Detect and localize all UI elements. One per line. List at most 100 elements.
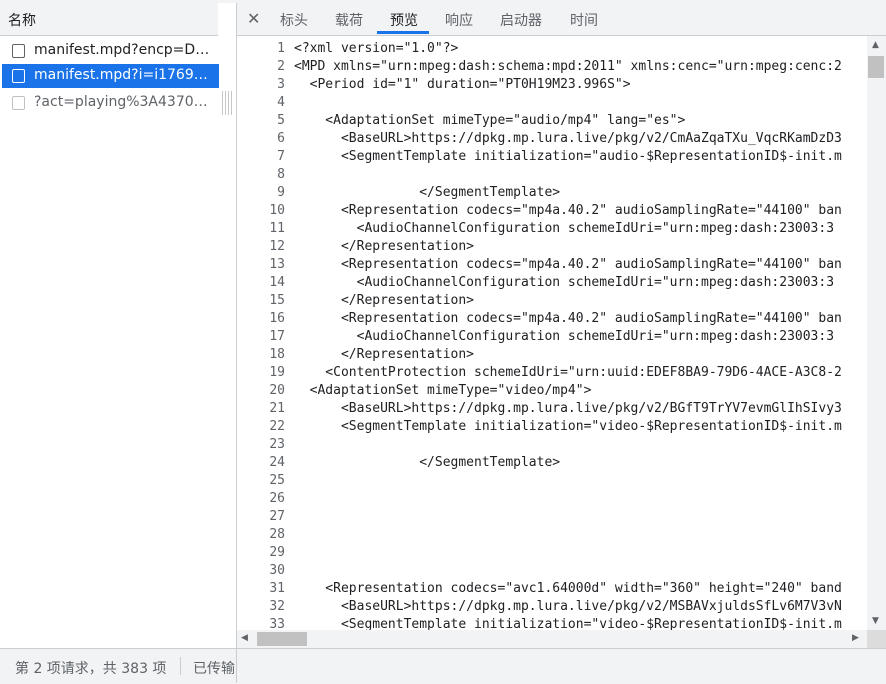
- tab-preview[interactable]: 预览: [390, 10, 418, 30]
- line-number: 5: [277, 113, 285, 128]
- chevron-down-icon[interactable]: ▼: [872, 616, 879, 626]
- code-text: <?xml version="1.0"?>: [294, 41, 459, 56]
- code-line: 7 <SegmentTemplate initialization="audio…: [237, 148, 867, 166]
- editor-vertical-scrollbar[interactable]: ▲ ▼: [867, 36, 886, 630]
- code-text: <AudioChannelConfiguration schemeIdUri="…: [294, 221, 835, 236]
- line-number: 29: [269, 545, 285, 560]
- code-line: 33 <SegmentTemplate initialization="vide…: [237, 616, 867, 630]
- request-row[interactable]: ?act=playing%3A4370%2...: [2, 91, 219, 115]
- code-line: 2 <MPD xmlns="urn:mpeg:dash:schema:mpd:20…: [237, 58, 867, 76]
- code-text: <Representation codecs="mp4a.40.2" audio…: [294, 257, 842, 272]
- line-number: 16: [269, 311, 285, 326]
- line-number: 33: [269, 617, 285, 630]
- line-number: 9: [277, 185, 285, 200]
- code-line: 15 </Representation>: [237, 292, 867, 310]
- status-bar: 第 2 项请求，共 383 项 已传输: [0, 648, 236, 684]
- line-number: 20: [269, 383, 285, 398]
- code-line: 25: [237, 472, 867, 490]
- scrollbar-corner: [867, 630, 886, 648]
- tab-initiator[interactable]: 启动器: [500, 10, 542, 30]
- tab-response[interactable]: 响应: [445, 10, 473, 30]
- line-number: 10: [269, 203, 285, 218]
- code-text: <SegmentTemplate initialization="audio-$…: [294, 149, 842, 164]
- request-row-selected[interactable]: manifest.mpd?i=i176947...: [2, 64, 219, 88]
- code-line: 4: [237, 94, 867, 112]
- line-number: 3: [277, 77, 285, 92]
- line-number: 18: [269, 347, 285, 362]
- code-line: 3 <Period id="1" duration="PT0H19M23.996…: [237, 76, 867, 94]
- vertical-scroll-thumb[interactable]: [868, 56, 884, 78]
- line-number: 31: [269, 581, 285, 596]
- code-line: 21 <BaseURL>https://dpkg.mp.lura.live/pk…: [237, 400, 867, 418]
- document-icon: [12, 44, 25, 58]
- line-number: 4: [277, 95, 285, 110]
- close-icon[interactable]: ✕: [247, 9, 260, 28]
- code-line: 31 <Representation codecs="avc1.64000d" …: [237, 580, 867, 598]
- chevron-up-icon[interactable]: ▲: [872, 40, 879, 50]
- tab-timing[interactable]: 时间: [570, 10, 598, 30]
- code-line: 10 <Representation codecs="mp4a.40.2" au…: [237, 202, 867, 220]
- code-line: 19 <ContentProtection schemeIdUri="urn:u…: [237, 364, 867, 382]
- resize-grip[interactable]: [222, 91, 232, 115]
- code-text: <BaseURL>https://dpkg.mp.lura.live/pkg/v…: [294, 401, 842, 416]
- status-divider: [180, 657, 181, 675]
- line-number: 32: [269, 599, 285, 614]
- request-name: manifest.mpd?encp=DH...: [34, 42, 214, 58]
- code-line: 20 <AdaptationSet mimeType="video/mp4">: [237, 382, 867, 400]
- code-line: 27: [237, 508, 867, 526]
- request-name: ?act=playing%3A4370%2...: [34, 94, 214, 110]
- active-tab-indicator: [377, 31, 429, 34]
- line-number: 15: [269, 293, 285, 308]
- code-line: 1 <?xml version="1.0"?>: [237, 40, 867, 58]
- detail-tabbar: ✕ 标头 载荷 预览 响应 启动器 时间: [237, 3, 886, 36]
- code-text: <BaseURL>https://dpkg.mp.lura.live/pkg/v…: [294, 599, 842, 614]
- request-name: manifest.mpd?i=i176947...: [34, 67, 214, 83]
- line-number: 27: [269, 509, 285, 524]
- line-number: 7: [277, 149, 285, 164]
- code-text: <ContentProtection schemeIdUri="urn:uuid…: [294, 365, 842, 380]
- detail-footer: [237, 648, 886, 684]
- code-text: </SegmentTemplate>: [294, 185, 561, 200]
- code-line: 23: [237, 436, 867, 454]
- line-number: 28: [269, 527, 285, 542]
- code-line: 16 <Representation codecs="mp4a.40.2" au…: [237, 310, 867, 328]
- horizontal-scroll-thumb[interactable]: [257, 632, 307, 646]
- code-text: <BaseURL>https://dpkg.mp.lura.live/pkg/v…: [294, 131, 842, 146]
- code-line: 22 <SegmentTemplate initialization="vide…: [237, 418, 867, 436]
- transferred-text: 已传输: [193, 661, 235, 677]
- code-line: 26: [237, 490, 867, 508]
- chevron-left-icon[interactable]: ◀: [241, 633, 248, 643]
- code-text: <Period id="1" duration="PT0H19M23.996S"…: [294, 77, 631, 92]
- code-text: </Representation>: [294, 347, 475, 362]
- code-text: </SegmentTemplate>: [294, 455, 561, 470]
- code-text: </Representation>: [294, 293, 475, 308]
- line-number: 25: [269, 473, 285, 488]
- code-line: 5 <AdaptationSet mimeType="audio/mp4" la…: [237, 112, 867, 130]
- code-preview[interactable]: 1 <?xml version="1.0"?> 2 <MPD xmlns="urn:m…: [237, 36, 867, 630]
- tab-payload[interactable]: 载荷: [335, 10, 363, 30]
- code-text: <AdaptationSet mimeType="audio/mp4" lang…: [294, 113, 686, 128]
- line-number: 2: [277, 59, 285, 74]
- code-line: 29: [237, 544, 867, 562]
- code-text: </Representation>: [294, 239, 475, 254]
- line-number: 17: [269, 329, 285, 344]
- editor-horizontal-scrollbar[interactable]: ◀ ▶: [237, 630, 867, 648]
- code-line: 12 </Representation>: [237, 238, 867, 256]
- code-text: <Representation codecs="avc1.64000d" wid…: [294, 581, 842, 596]
- code-text: <Representation codecs="mp4a.40.2" audio…: [294, 311, 842, 326]
- code-line: 11 <AudioChannelConfiguration schemeIdUr…: [237, 220, 867, 238]
- line-number: 24: [269, 455, 285, 470]
- code-line: 6 <BaseURL>https://dpkg.mp.lura.live/pkg…: [237, 130, 867, 148]
- chevron-right-icon[interactable]: ▶: [852, 633, 859, 643]
- name-column-header[interactable]: 名称: [0, 3, 218, 36]
- request-row[interactable]: manifest.mpd?encp=DH...: [2, 39, 219, 63]
- line-number: 21: [269, 401, 285, 416]
- line-number: 13: [269, 257, 285, 272]
- tab-headers[interactable]: 标头: [280, 10, 308, 30]
- request-list-panel: 名称 manifest.mpd?encp=DH... manifest.mpd?…: [0, 3, 237, 683]
- code-line: 18 </Representation>: [237, 346, 867, 364]
- code-text: <SegmentTemplate initialization="video-$…: [294, 617, 842, 630]
- line-number: 14: [269, 275, 285, 290]
- code-text: <MPD xmlns="urn:mpeg:dash:schema:mpd:201…: [294, 59, 842, 74]
- code-text: <AdaptationSet mimeType="video/mp4">: [294, 383, 592, 398]
